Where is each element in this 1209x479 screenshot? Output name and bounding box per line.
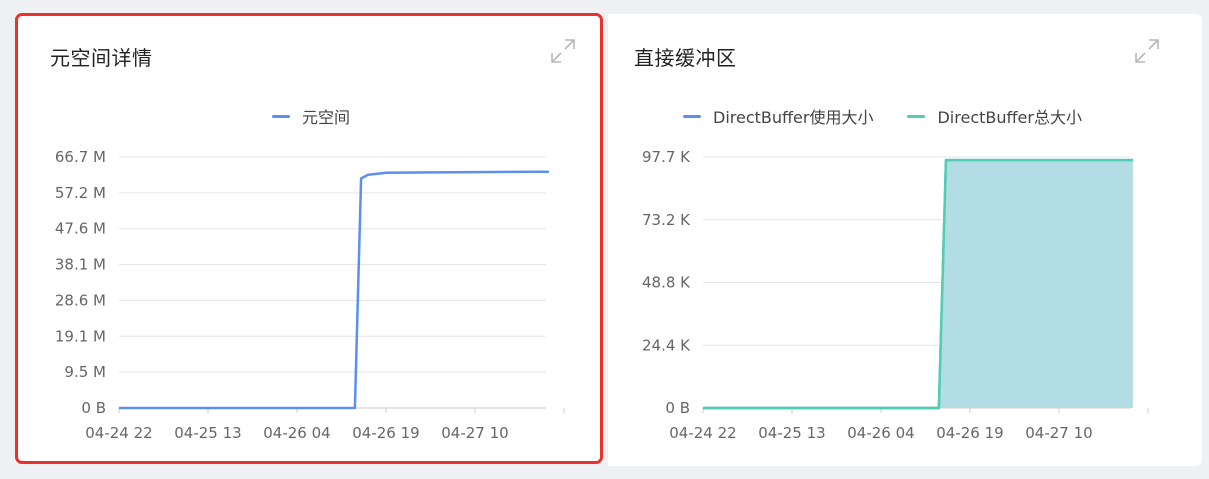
- y-tick-label: 0 B: [665, 399, 690, 417]
- series-area: [703, 160, 1133, 408]
- x-tick-label: 04-25 13: [758, 424, 825, 442]
- x-tick-label: 04-26 19: [936, 424, 1003, 442]
- x-tick-label: 04-24 22: [669, 424, 736, 442]
- direct-buffer-area-chart: 0 B 24.4 K 48.8 K 73.2 K 97.7 K 04-24 22 04-25…: [642, 148, 1149, 442]
- y-tick-label: 73.2 K: [642, 211, 691, 229]
- y-tick-label: 48.8 K: [642, 274, 691, 292]
- x-tick-label: 04-26 04: [847, 424, 914, 442]
- y-tick-label: 24.4 K: [642, 336, 691, 354]
- y-tick-label: 97.7 K: [642, 148, 691, 166]
- x-tick-label: 04-27 10: [1025, 424, 1092, 442]
